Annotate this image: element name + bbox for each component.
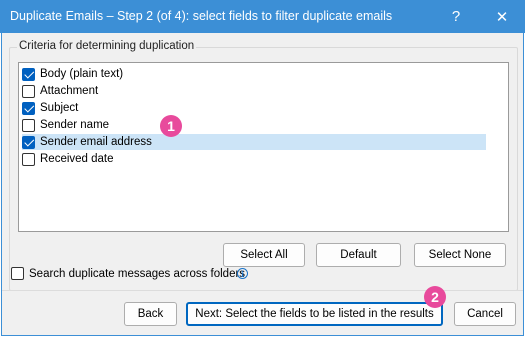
select-all-button[interactable]: Select All	[223, 243, 305, 267]
checkbox[interactable]	[22, 84, 35, 98]
dialog-body: Criteria for determining duplication Bod…	[1, 33, 524, 336]
checkbox[interactable]	[22, 101, 35, 115]
search-across-folders-option[interactable]: Search duplicate messages across folders	[11, 267, 245, 280]
criteria-item-label: Body (plain text)	[40, 68, 124, 80]
close-button[interactable]: ✕	[479, 0, 525, 33]
window-title: Duplicate Emails – Step 2 (of 4): select…	[10, 9, 393, 23]
help-button[interactable]: ?	[433, 0, 479, 33]
default-button[interactable]: Default	[316, 243, 401, 267]
checkbox[interactable]	[22, 135, 35, 149]
criteria-item-label: Subject	[40, 102, 79, 114]
checkbox[interactable]	[22, 67, 35, 81]
search-across-folders-checkbox[interactable]	[11, 267, 24, 280]
checkbox[interactable]	[22, 152, 35, 166]
callout-badge-2: 2	[424, 286, 446, 308]
info-icon[interactable]: i	[237, 268, 248, 279]
criteria-item-attachment[interactable]: Attachment	[22, 83, 486, 99]
next-button[interactable]: Next: Select the fields to be listed in …	[186, 302, 443, 326]
title-bar: Duplicate Emails – Step 2 (of 4): select…	[0, 0, 525, 33]
cancel-button[interactable]: Cancel	[454, 302, 516, 326]
footer-divider	[2, 290, 523, 291]
search-across-folders-label: Search duplicate messages across folders	[29, 267, 246, 280]
criteria-group: Criteria for determining duplication Bod…	[9, 40, 518, 291]
help-icon: ?	[451, 8, 461, 25]
criteria-item-label: Sender email address	[40, 136, 152, 148]
criteria-item-label: Sender name	[40, 119, 110, 131]
select-none-button[interactable]: Select None	[414, 243, 506, 267]
criteria-item-body[interactable]: Body (plain text)	[22, 66, 486, 82]
criteria-item-label: Attachment	[40, 85, 99, 97]
back-button[interactable]: Back	[124, 302, 177, 326]
criteria-list[interactable]: Body (plain text) Attachment Subject Sen…	[18, 62, 509, 232]
criteria-item-received-date[interactable]: Received date	[22, 151, 486, 167]
checkbox[interactable]	[22, 118, 35, 132]
criteria-item-sender-name[interactable]: Sender name	[22, 117, 486, 133]
criteria-item-label: Received date	[40, 153, 114, 165]
criteria-item-subject[interactable]: Subject	[22, 100, 486, 116]
callout-badge-1: 1	[160, 115, 182, 137]
close-icon: ✕	[495, 8, 509, 26]
criteria-item-sender-email[interactable]: Sender email address	[22, 134, 486, 150]
criteria-group-title: Criteria for determining duplication	[17, 40, 197, 52]
